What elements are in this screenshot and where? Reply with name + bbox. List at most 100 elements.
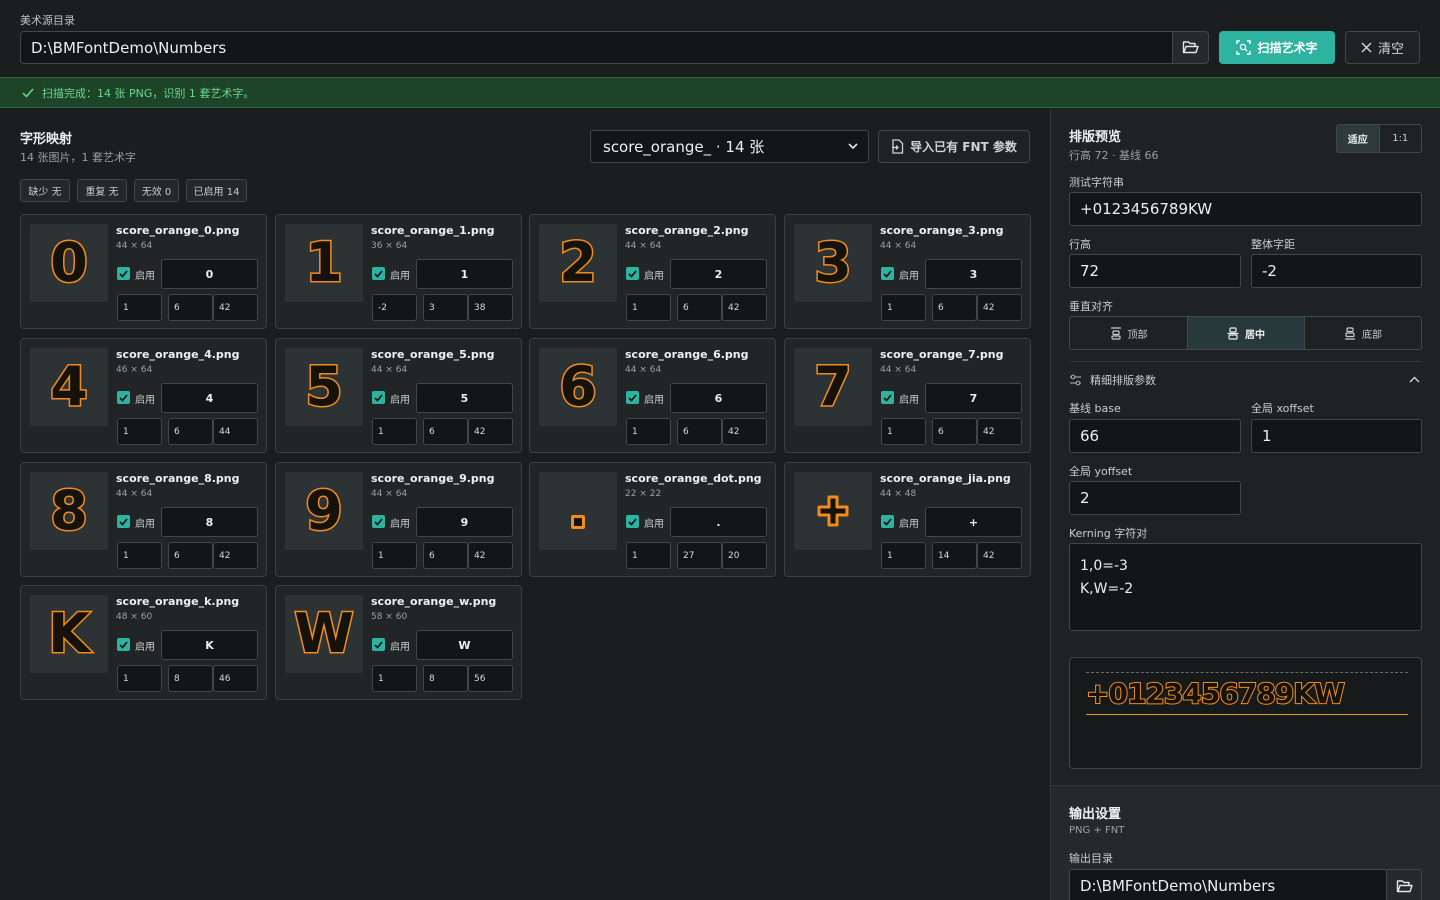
glyph-filename: score_orange_2.png bbox=[625, 224, 749, 237]
enable-checkbox[interactable] bbox=[372, 267, 385, 280]
xadvance-field[interactable]: 56 bbox=[468, 665, 513, 692]
yoffset-field[interactable]: 27 bbox=[677, 542, 722, 569]
browse-output-button[interactable] bbox=[1386, 869, 1422, 900]
yoffset-field[interactable]: 8 bbox=[168, 665, 213, 692]
yoffset-field[interactable]: 6 bbox=[677, 418, 722, 445]
char-input[interactable]: + bbox=[925, 507, 1022, 537]
valign-top-button[interactable]: 顶部 bbox=[1070, 317, 1188, 349]
xadvance-field[interactable]: 42 bbox=[213, 542, 258, 569]
yoffset-field[interactable]: 3 bbox=[423, 294, 468, 321]
enable-checkbox[interactable] bbox=[117, 267, 130, 280]
xoffset-field[interactable]: 1 bbox=[881, 542, 926, 569]
valign-center-button[interactable]: 居中 bbox=[1188, 317, 1305, 349]
char-input[interactable]: 7 bbox=[925, 383, 1022, 413]
enable-checkbox[interactable] bbox=[626, 515, 639, 528]
yoffset-field[interactable]: 6 bbox=[677, 294, 722, 321]
char-input[interactable]: 2 bbox=[670, 259, 767, 289]
xoffset-field[interactable]: 1 bbox=[117, 294, 162, 321]
xoffset-input[interactable]: 1 bbox=[1251, 419, 1422, 453]
yoffset-field[interactable]: 6 bbox=[168, 542, 213, 569]
char-input[interactable]: 3 bbox=[925, 259, 1022, 289]
char-input[interactable]: 1 bbox=[416, 259, 513, 289]
kerning-textarea[interactable]: 1,0=-3 K,W=-2 bbox=[1069, 543, 1422, 631]
import-fnt-button[interactable]: 导入已有 FNT 参数 bbox=[878, 130, 1030, 163]
output-dir-input[interactable]: D:\BMFontDemo\Numbers bbox=[1069, 869, 1387, 900]
clear-button[interactable]: 清空 bbox=[1345, 31, 1420, 64]
baseline-input[interactable]: 66 bbox=[1069, 419, 1241, 453]
yoffset-field[interactable]: 8 bbox=[423, 665, 468, 692]
xadvance-field[interactable]: 42 bbox=[977, 542, 1022, 569]
enable-checkbox[interactable] bbox=[117, 638, 130, 651]
fine-params-toggle[interactable]: 精细排版参数 bbox=[1069, 371, 1422, 389]
enable-checkbox[interactable] bbox=[372, 515, 385, 528]
xoffset-field[interactable]: 1 bbox=[372, 542, 417, 569]
xadvance-field[interactable]: 42 bbox=[722, 418, 767, 445]
valign-bottom-button[interactable]: 底部 bbox=[1305, 317, 1421, 349]
char-input[interactable]: 0 bbox=[161, 259, 258, 289]
line-height-input[interactable]: 72 bbox=[1069, 254, 1241, 288]
xoffset-field[interactable]: -2 bbox=[372, 294, 417, 321]
xadvance-field[interactable]: 42 bbox=[213, 294, 258, 321]
yoffset-field[interactable]: 6 bbox=[168, 418, 213, 445]
yoffset-field[interactable]: 6 bbox=[423, 542, 468, 569]
xoffset-field[interactable]: 1 bbox=[626, 418, 671, 445]
char-input[interactable]: 6 bbox=[670, 383, 767, 413]
browse-source-button[interactable] bbox=[1172, 31, 1209, 64]
glyph-image: 4 bbox=[49, 355, 90, 418]
xadvance-field[interactable]: 42 bbox=[468, 542, 513, 569]
enable-checkbox[interactable] bbox=[372, 391, 385, 404]
glyph-card: 1 score_orange_1.png 36 × 64 启用 1 -2 3 38 bbox=[275, 214, 522, 329]
enable-label: 启用 bbox=[644, 395, 664, 406]
output-title: 输出设置 bbox=[1069, 807, 1122, 822]
glyph-thumbnail: 8 bbox=[30, 472, 108, 550]
char-input[interactable]: 4 bbox=[161, 383, 258, 413]
xoffset-field[interactable]: 1 bbox=[117, 665, 162, 692]
source-dir-input[interactable]: D:\BMFontDemo\Numbers bbox=[20, 31, 1173, 64]
yoffset-field[interactable]: 6 bbox=[932, 294, 977, 321]
enable-checkbox[interactable] bbox=[881, 391, 894, 404]
yoffset-field[interactable]: 14 bbox=[932, 542, 977, 569]
char-input[interactable]: 8 bbox=[161, 507, 258, 537]
xoffset-field[interactable]: 1 bbox=[372, 665, 417, 692]
xadvance-field[interactable]: 42 bbox=[722, 294, 767, 321]
char-input[interactable]: K bbox=[161, 630, 258, 660]
yoffset-field[interactable]: 6 bbox=[423, 418, 468, 445]
xoffset-field[interactable]: 1 bbox=[881, 418, 926, 445]
xoffset-field[interactable]: 1 bbox=[372, 418, 417, 445]
char-input[interactable]: 9 bbox=[416, 507, 513, 537]
xadvance-field[interactable]: 20 bbox=[722, 542, 767, 569]
xoffset-field[interactable]: 1 bbox=[117, 542, 162, 569]
xadvance-field[interactable]: 42 bbox=[468, 418, 513, 445]
enable-checkbox[interactable] bbox=[117, 391, 130, 404]
enable-checkbox[interactable] bbox=[372, 638, 385, 651]
xoffset-field[interactable]: 1 bbox=[626, 542, 671, 569]
enable-checkbox[interactable] bbox=[626, 267, 639, 280]
enable-checkbox[interactable] bbox=[881, 267, 894, 280]
xadvance-field[interactable]: 38 bbox=[468, 294, 513, 321]
scan-button[interactable]: 扫描艺术字 bbox=[1219, 31, 1335, 64]
enable-checkbox[interactable] bbox=[626, 391, 639, 404]
yoffset-field[interactable]: 6 bbox=[168, 294, 213, 321]
char-input[interactable]: . bbox=[670, 507, 767, 537]
xoffset-field[interactable]: 1 bbox=[881, 294, 926, 321]
char-input[interactable]: 5 bbox=[416, 383, 513, 413]
enable-checkbox[interactable] bbox=[881, 515, 894, 528]
xadvance-field[interactable]: 46 bbox=[213, 665, 258, 692]
check-icon bbox=[628, 393, 637, 402]
xadvance-field[interactable]: 42 bbox=[977, 418, 1022, 445]
font-set-select[interactable]: score_orange_ · 14 张 bbox=[590, 130, 869, 163]
yoffset-field[interactable]: 6 bbox=[932, 418, 977, 445]
spacing-input[interactable]: -2 bbox=[1251, 254, 1422, 288]
xadvance-field[interactable]: 44 bbox=[213, 418, 258, 445]
enable-checkbox[interactable] bbox=[117, 515, 130, 528]
test-string-input[interactable]: +0123456789KW bbox=[1069, 192, 1422, 226]
fine-params-label: 精细排版参数 bbox=[1090, 374, 1156, 387]
xadvance-field[interactable]: 42 bbox=[977, 294, 1022, 321]
zoom-actual-button[interactable]: 1:1 bbox=[1380, 125, 1422, 152]
sliders-icon bbox=[1070, 374, 1081, 386]
char-input[interactable]: W bbox=[416, 630, 513, 660]
yoffset-input[interactable]: 2 bbox=[1069, 481, 1241, 515]
xoffset-field[interactable]: 1 bbox=[117, 418, 162, 445]
zoom-fit-button[interactable]: 适应 bbox=[1337, 125, 1380, 152]
xoffset-field[interactable]: 1 bbox=[626, 294, 671, 321]
